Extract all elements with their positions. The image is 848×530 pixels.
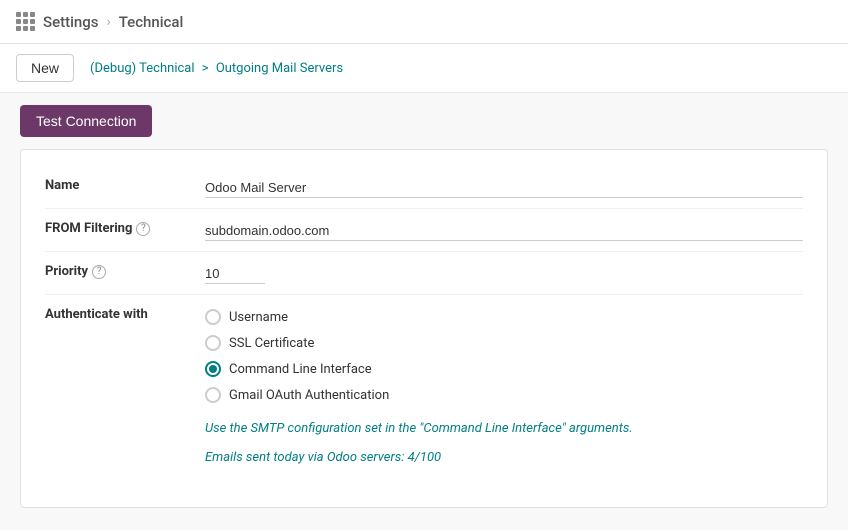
radio-circle-cli [205,361,221,377]
radio-ssl[interactable]: SSL Certificate [205,335,803,351]
nav-technical-label[interactable]: Technical [119,13,184,31]
radio-label-username: Username [229,310,288,325]
apps-icon[interactable] [16,12,35,31]
authenticate-label: Authenticate with [45,305,205,322]
name-input[interactable] [205,178,803,198]
form-row-authenticate: Authenticate with Username SSL Certifica… [45,295,803,483]
radio-label-ssl: SSL Certificate [229,336,314,351]
form-card: Name FROM Filtering ? Priority ? Authent… [20,149,828,508]
toolbar: Test Connection [0,93,848,149]
form-row-from-filtering: FROM Filtering ? [45,209,803,252]
breadcrumb-current: Outgoing Mail Servers [216,61,343,76]
form-row-name: Name [45,166,803,209]
auth-options: Username SSL Certificate Command Line In… [205,305,803,473]
radio-gmail[interactable]: Gmail OAuth Authentication [205,387,803,403]
sub-header: New (Debug) Technical > Outgoing Mail Se… [0,44,848,93]
radio-cli[interactable]: Command Line Interface [205,361,803,377]
breadcrumb: (Debug) Technical > Outgoing Mail Server… [90,61,343,76]
from-filtering-value[interactable] [205,219,803,241]
name-value[interactable] [205,176,803,198]
radio-label-gmail: Gmail OAuth Authentication [229,388,389,403]
radio-circle-ssl [205,335,221,351]
emails-info-text: Emails sent today via Odoo servers: 4/10… [205,448,803,469]
radio-label-cli: Command Line Interface [229,362,372,377]
priority-value[interactable] [205,262,803,284]
from-filtering-input[interactable] [205,221,803,241]
priority-help-icon[interactable]: ? [92,265,106,279]
new-button[interactable]: New [16,54,74,82]
name-label: Name [45,176,205,193]
priority-input[interactable] [205,264,265,284]
from-filtering-help-icon[interactable]: ? [136,222,150,236]
breadcrumb-separator: > [202,61,209,76]
test-connection-button[interactable]: Test Connection [20,105,152,137]
radio-circle-username [205,309,221,325]
top-nav: Settings › Technical [0,0,848,44]
from-filtering-label: FROM Filtering ? [45,219,205,236]
nav-settings-label[interactable]: Settings [43,13,99,31]
breadcrumb-debug: (Debug) Technical [90,61,195,76]
smtp-info-text: Use the SMTP configuration set in the "C… [205,419,803,440]
radio-group: Username SSL Certificate Command Line In… [205,307,803,403]
radio-circle-gmail [205,387,221,403]
radio-username[interactable]: Username [205,309,803,325]
priority-label: Priority ? [45,262,205,279]
form-row-priority: Priority ? [45,252,803,295]
nav-separator: › [107,14,111,30]
info-section: Use the SMTP configuration set in the "C… [205,419,803,473]
